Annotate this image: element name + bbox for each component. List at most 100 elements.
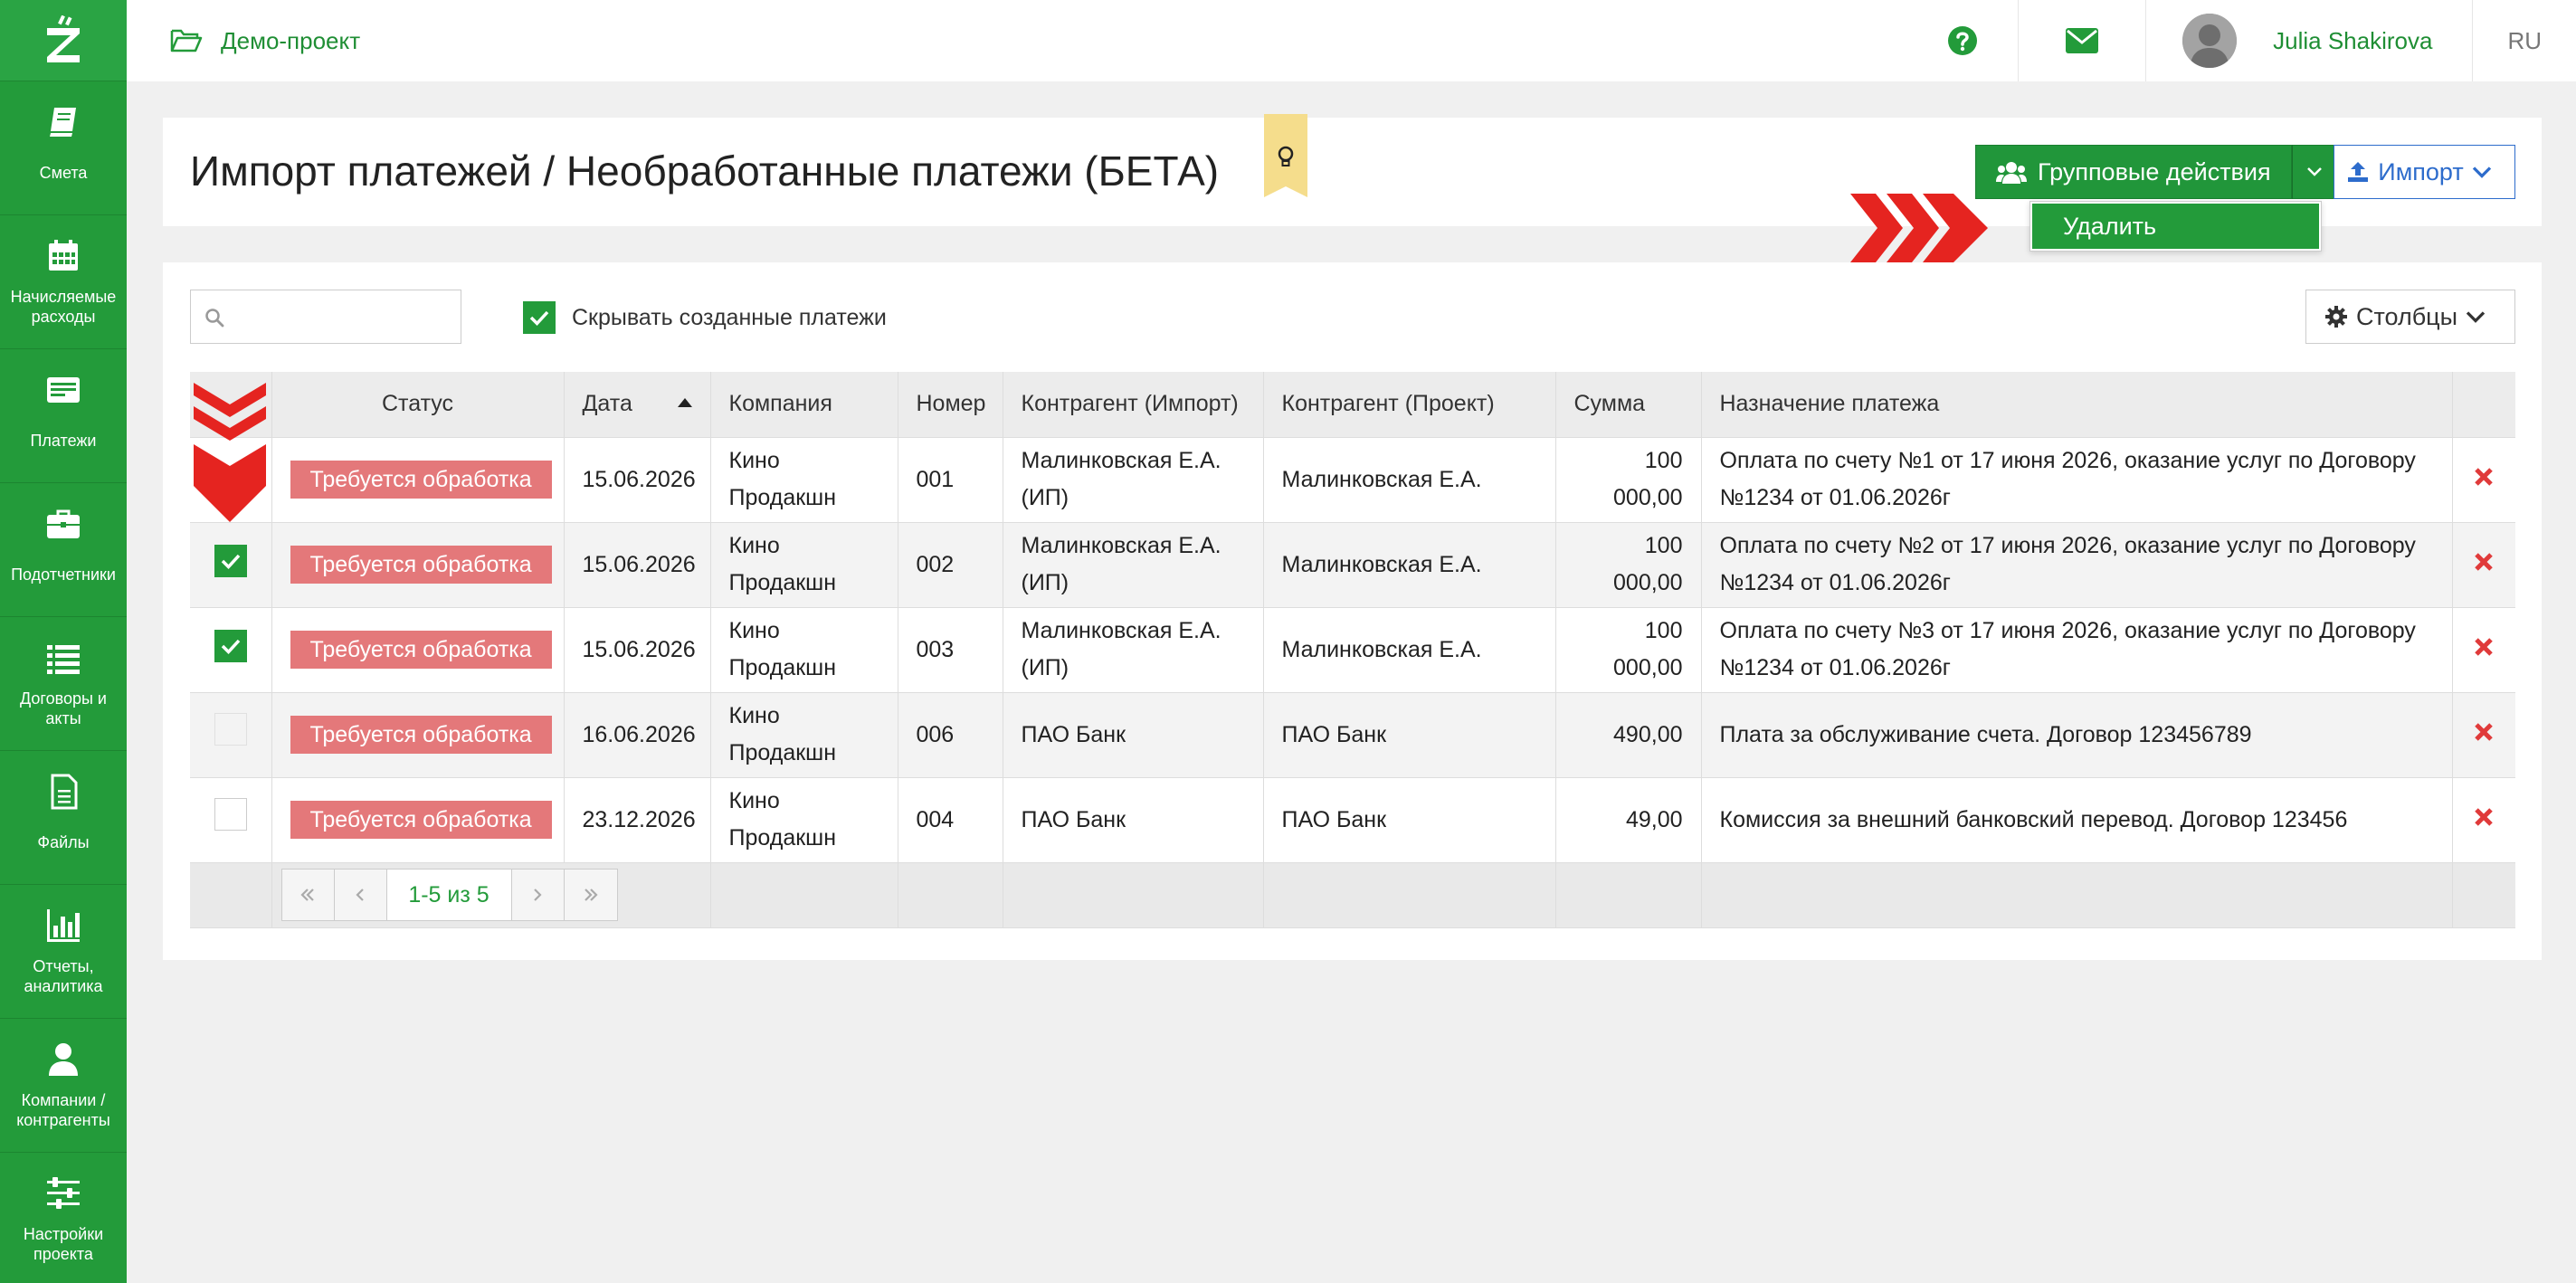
checkmark-icon xyxy=(529,310,549,327)
upload-icon xyxy=(2348,162,2369,182)
status-badge: Требуется обработка xyxy=(290,801,552,839)
payments-panel: Скрывать созданные платежи Столбцы Стату… xyxy=(163,262,2542,960)
col-date[interactable]: Дата xyxy=(564,372,711,438)
header-select-cell xyxy=(190,372,272,522)
first-page-button[interactable] xyxy=(282,870,335,920)
footer-cell xyxy=(2452,862,2515,928)
group-actions-split-button: Групповые действия xyxy=(1975,145,2337,199)
status-cell: Требуется обработка xyxy=(271,777,565,863)
delete-menu-item[interactable]: Удалить xyxy=(2032,204,2319,249)
table-row: Требуется обработка 15.06.2026 Кино Прод… xyxy=(190,437,2515,523)
row-select-cell xyxy=(190,777,272,863)
company-cell: Кино Продакшн xyxy=(710,522,898,608)
chevron-down-icon xyxy=(2466,311,2486,323)
col-number[interactable]: Номер xyxy=(898,372,1003,438)
sidebar-item-estimate[interactable]: Смета xyxy=(0,81,127,215)
chevron-down-icon xyxy=(2472,166,2491,178)
sidebar-item-files[interactable]: Файлы xyxy=(0,751,127,885)
table-row: Требуется обработка 15.06.2026 Кино Прод… xyxy=(190,522,2515,608)
date-cell: 15.06.2026 xyxy=(564,607,711,693)
sidebar-item-payments[interactable]: Платежи xyxy=(0,349,127,483)
sidebar-item-label: Компании / контрагенты xyxy=(16,1090,110,1129)
language-switch[interactable]: RU xyxy=(2472,0,2576,81)
close-icon xyxy=(2475,807,2494,826)
sidebar-item-accrued-expenses[interactable]: Начисляемые расходы xyxy=(0,215,127,349)
sidebar-item-reports[interactable]: Отчеты, аналитика xyxy=(0,885,127,1019)
project-link[interactable]: Демо-проект xyxy=(170,27,360,55)
col-counterparty-project[interactable]: Контрагент (Проект) xyxy=(1263,372,1556,438)
status-badge: Требуется обработка xyxy=(290,546,552,584)
row-select-cell xyxy=(190,692,272,778)
footer-cell xyxy=(1701,862,2453,928)
number-cell: 006 xyxy=(898,692,1003,778)
delete-row-button[interactable] xyxy=(2452,607,2515,693)
sum-cell: 490,00 xyxy=(1555,692,1702,778)
pagination: 1-5 из 5 xyxy=(280,869,618,921)
briefcase-icon xyxy=(47,509,80,538)
company-cell: Кино Продакшн xyxy=(710,777,898,863)
user-menu[interactable]: Julia Shakirova xyxy=(2145,0,2472,81)
row-checkbox[interactable] xyxy=(214,712,247,746)
sidebar-item-label: Настройки проекта xyxy=(23,1225,104,1263)
gear-icon xyxy=(2324,306,2347,328)
row-select-cell xyxy=(190,607,272,693)
row-checkbox[interactable] xyxy=(214,545,247,577)
sum-cell: 100 000,00 xyxy=(1555,607,1702,693)
hide-created-checkbox[interactable] xyxy=(523,301,556,334)
next-page-button[interactable] xyxy=(512,870,565,920)
delete-row-button[interactable] xyxy=(2452,522,2515,608)
close-icon xyxy=(2475,467,2494,486)
sidebar-item-label: Платежи xyxy=(30,431,97,450)
row-checkbox[interactable] xyxy=(214,630,247,662)
status-badge: Требуется обработка xyxy=(290,461,552,499)
delete-row-button[interactable] xyxy=(2452,692,2515,778)
import-button[interactable]: Импорт xyxy=(2334,145,2515,199)
messages-button[interactable] xyxy=(2018,0,2145,81)
purpose-cell: Оплата по счету №3 от 17 июня 2026, оказ… xyxy=(1701,607,2453,693)
page-title: Импорт платежей / Необработанные платежи… xyxy=(190,147,1220,195)
bar-chart-icon xyxy=(47,908,80,942)
sidebar-item-accountables[interactable]: Подотчетники xyxy=(0,483,127,617)
footer-cell xyxy=(1555,862,1702,928)
sort-asc-icon xyxy=(677,398,692,408)
import-label: Импорт xyxy=(2378,157,2464,185)
users-icon xyxy=(1996,162,2027,184)
col-purpose[interactable]: Назначение платежа xyxy=(1701,372,2453,438)
user-icon xyxy=(49,1042,78,1076)
counterparty-project-cell: ПАО Банк xyxy=(1263,777,1556,863)
sum-cell: 100 000,00 xyxy=(1555,437,1702,523)
sidebar-item-contracts[interactable]: Договоры и акты xyxy=(0,617,127,751)
sidebar-item-project-settings[interactable]: Настройки проекта xyxy=(0,1153,127,1283)
col-counterparty-import[interactable]: Контрагент (Импорт) xyxy=(1003,372,1264,438)
hide-created-toggle[interactable]: Скрывать созданные платежи xyxy=(523,301,887,334)
book-icon xyxy=(50,107,76,137)
chevron-down-icon xyxy=(2306,167,2322,176)
lightbulb-bookmark-icon[interactable] xyxy=(1262,114,1309,197)
delete-row-button[interactable] xyxy=(2452,437,2515,523)
col-company[interactable]: Компания xyxy=(710,372,898,438)
col-sum[interactable]: Сумма xyxy=(1555,372,1702,438)
number-cell: 003 xyxy=(898,607,1003,693)
footer-cell xyxy=(1263,862,1556,928)
app-logo[interactable] xyxy=(0,0,127,81)
date-cell: 15.06.2026 xyxy=(564,522,711,608)
counterparty-import-cell: Малинковская Е.А. (ИП) xyxy=(1003,522,1264,608)
sidebar-item-companies[interactable]: Компании / контрагенты xyxy=(0,1019,127,1153)
col-status[interactable]: Статус xyxy=(271,372,565,438)
group-actions-button[interactable]: Групповые действия xyxy=(1975,145,2292,199)
last-page-button[interactable] xyxy=(565,870,617,920)
chevron-double-left-icon xyxy=(300,889,314,901)
delete-row-button[interactable] xyxy=(2452,777,2515,863)
close-icon xyxy=(2475,637,2494,656)
row-checkbox[interactable] xyxy=(214,797,247,831)
sidebar: Смета Начисляемые расходы Платежи Подотч… xyxy=(0,0,127,1283)
group-actions-label: Групповые действия xyxy=(2038,157,2271,185)
group-actions-toggle[interactable] xyxy=(2291,145,2337,199)
help-button[interactable] xyxy=(1907,0,2018,81)
prev-page-button[interactable] xyxy=(335,870,387,920)
company-cell: Кино Продакшн xyxy=(710,437,898,523)
columns-button[interactable]: Столбцы xyxy=(2305,290,2515,344)
close-icon xyxy=(2475,722,2494,741)
group-actions-dropdown: Удалить xyxy=(2029,201,2322,252)
search-input[interactable] xyxy=(233,290,459,343)
